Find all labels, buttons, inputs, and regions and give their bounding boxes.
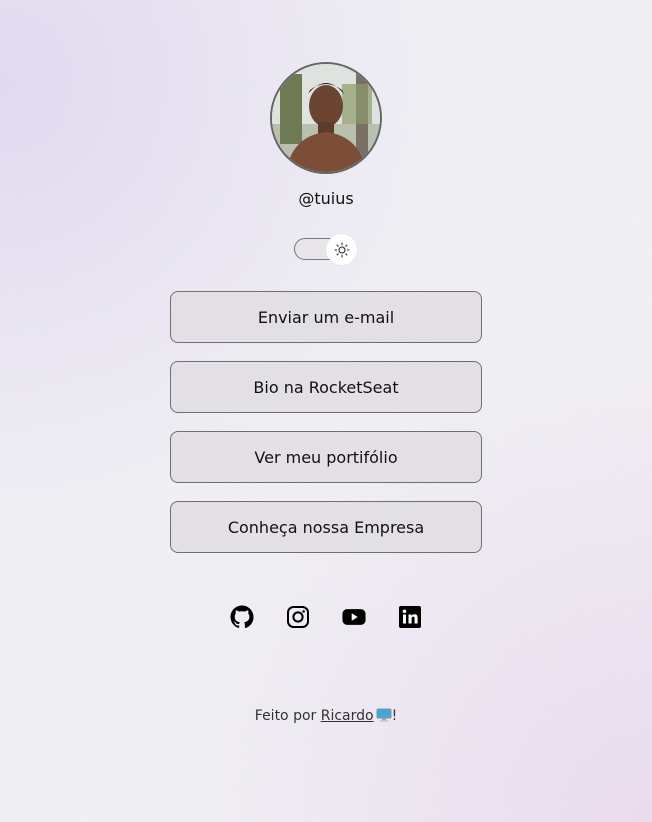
profile: @tuius [170,62,482,210]
rocketseat-bio-link-button[interactable]: Bio na RocketSeat [170,361,482,413]
avatar [270,62,382,174]
github-link[interactable] [230,605,254,629]
computer-icon [376,708,392,722]
links-list: Enviar um e-mail Bio na RocketSeat Ver m… [170,291,482,553]
linkedin-icon [399,606,421,628]
footer: Feito por Ricardo ! [0,706,652,726]
portfolio-link-button[interactable]: Ver meu portifólio [170,431,482,483]
theme-switch[interactable] [294,234,358,266]
instagram-link[interactable] [286,605,310,629]
list-item: Ver meu portifólio [170,431,482,483]
list-item: Bio na RocketSeat [170,361,482,413]
main-container: @tuius Enviar um e-mail Bio na RocketSea… [170,62,482,629]
author-link[interactable]: Ricardo [321,708,374,724]
github-icon [230,605,254,629]
sun-icon [333,241,350,258]
list-item: Conheça nossa Empresa [170,501,482,553]
avatar-image [272,64,380,172]
youtube-link[interactable] [342,605,366,629]
instagram-icon [287,606,309,628]
email-link-button[interactable]: Enviar um e-mail [170,291,482,343]
linkedin-link[interactable] [398,605,422,629]
youtube-icon [342,609,366,625]
theme-switch-knob[interactable] [326,234,357,265]
list-item: Enviar um e-mail [170,291,482,343]
footer-suffix: ! [391,708,398,724]
footer-prefix: Feito por [254,708,321,724]
company-link-button[interactable]: Conheça nossa Empresa [170,501,482,553]
social-links [170,605,482,629]
username: @tuius [298,189,354,208]
